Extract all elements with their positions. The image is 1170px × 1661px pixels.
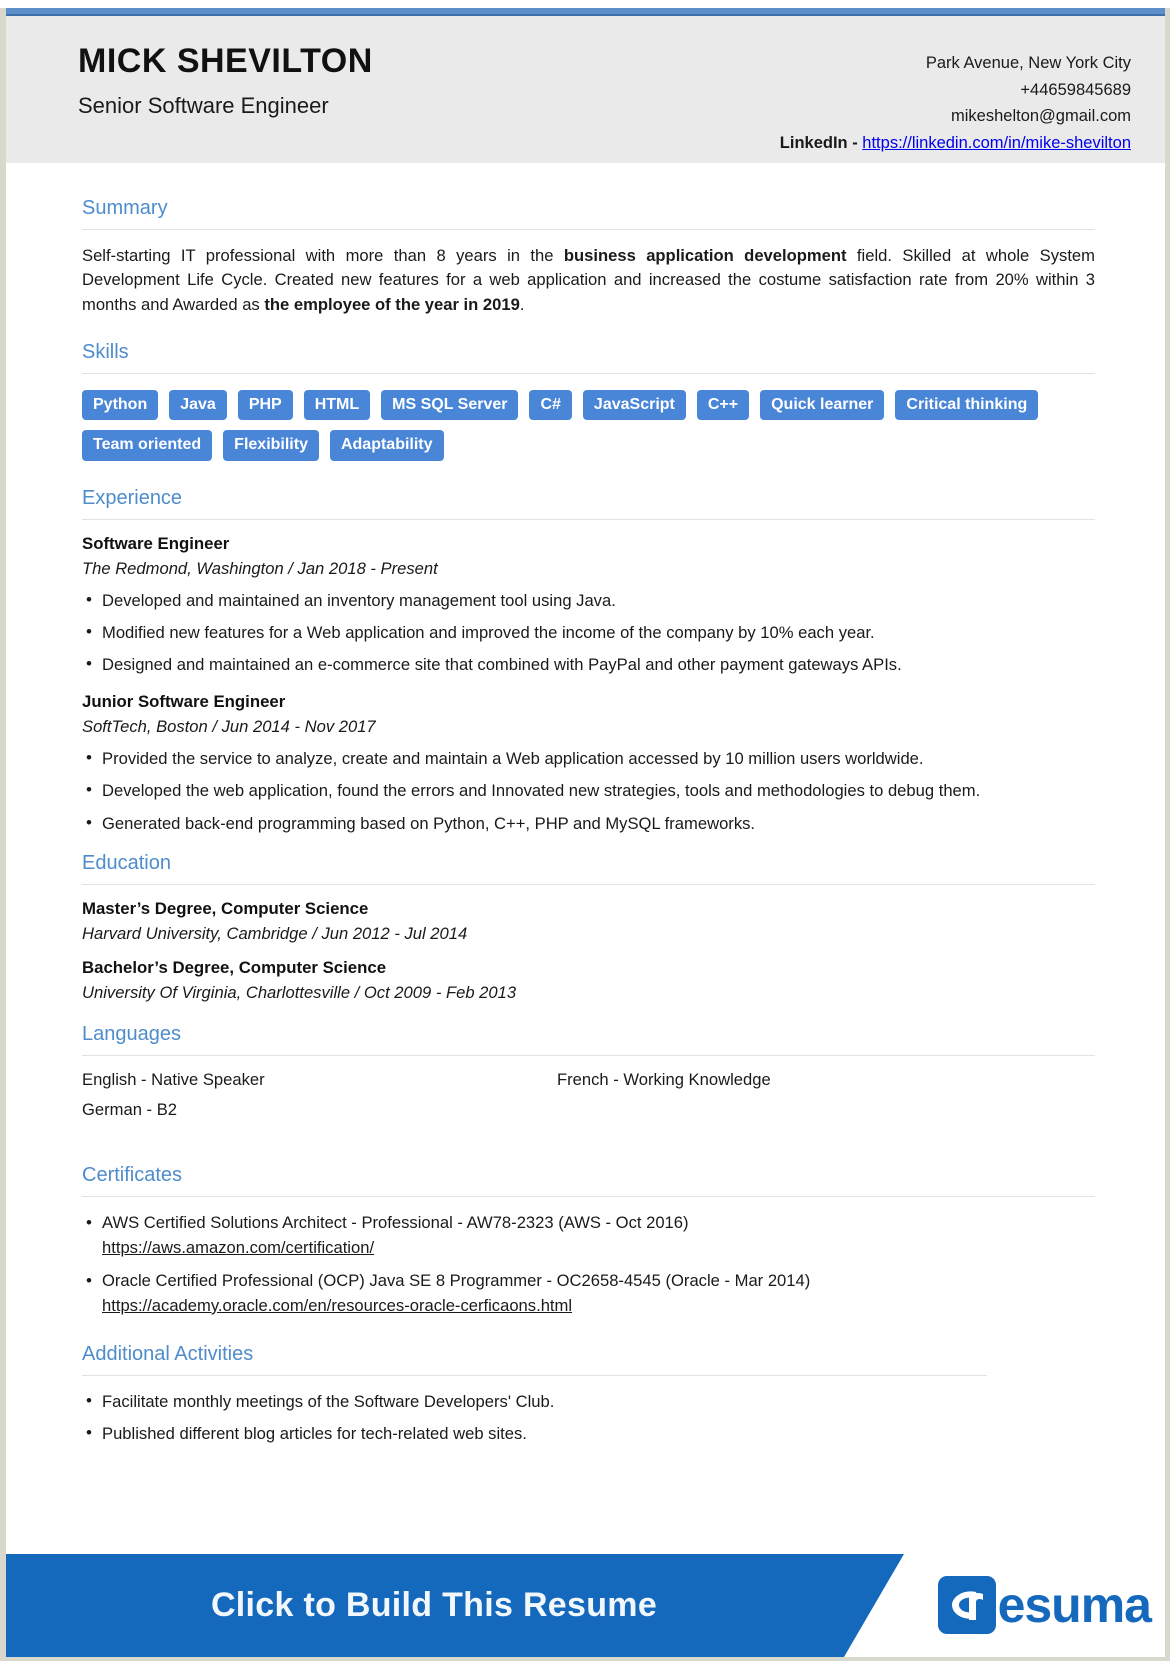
divider [82,884,1095,886]
skill-tag[interactable]: C++ [696,390,750,421]
skill-tag[interactable]: PHP [237,390,293,421]
skill-tag[interactable]: Python [82,390,159,421]
bullet-item: Designed and maintained an e-commerce si… [82,652,1095,677]
bullet-item: Provided the service to analyze, create … [82,746,1095,771]
skill-tag[interactable]: Critical thinking [895,390,1039,421]
entry-title: Software Engineer [82,533,230,553]
section-skills: Skills Python Java PHP HTML MS SQL Server C# J… [82,341,1095,461]
entry-subtitle: SoftTech, Boston / Jun 2014 - Nov 2017 [82,716,376,736]
candidate-name: MICK SHEVILTON [78,42,373,80]
entry-bullets: Developed and maintained an inventory ma… [82,588,1095,678]
section-heading-summary: Summary [82,197,168,219]
skill-tag[interactable]: HTML [303,390,371,421]
section-heading-languages: Languages [82,1023,181,1046]
certificate-link[interactable]: https://academy.oracle.com/en/resources-… [102,1294,1095,1319]
top-accent-bar [6,8,1165,16]
entry-subtitle: University Of Virginia, Charlottesville … [82,983,517,1003]
activity-item: Facilitate monthly meetings of the Softw… [82,1389,1095,1414]
resume-entry: Bachelor’s Degree, Computer Science Unive… [82,958,1095,1003]
skills-tag-list: Python Java PHP HTML MS SQL Server C# JavaScri… [82,388,1095,461]
section-heading-certificates: Certificates [82,1164,183,1187]
entry-title: Bachelor’s Degree, Computer Science [82,958,387,978]
section-heading-education: Education [82,852,171,875]
skill-tag[interactable]: JavaScript [582,390,686,421]
bullet-item: Generated back-end programming based on … [82,811,1095,836]
skill-tag[interactable]: C# [529,390,572,421]
summary-bold-2: the employee of the year in 2019 [264,294,520,314]
bullet-item: Modified new features for a Web applicat… [82,620,1095,645]
language-item: German - B2 [82,1100,177,1120]
summary-bold-1: business application development [563,246,847,265]
section-summary: Summary Self-starting IT professional wi… [82,197,1095,317]
build-resume-label: Click to Build This Resume [210,1586,658,1624]
divider [82,229,1095,230]
skill-tag[interactable]: MS SQL Server [381,390,519,421]
entry-title: Junior Software Engineer [82,691,286,711]
cresuma-logo: esuma [937,1576,1152,1634]
divider [82,1374,987,1376]
summary-part-1: Self-starting IT professional with more … [82,246,564,265]
certificate-item: AWS Certified Solutions Architect - Prof… [82,1210,1095,1261]
resume-entry: Master’s Degree, Computer Science Harvard… [82,899,1095,944]
bullet-item: Developed and maintained an inventory ma… [82,588,1095,613]
contact-linkedin: LinkedIn - https://linkedin.com/in/mike-… [780,130,1131,157]
divider [82,1196,1095,1198]
linkedin-link[interactable]: https://linkedin.com/in/mike-shevilton [862,134,1131,152]
skill-tag[interactable]: Adaptability [329,430,444,461]
divider [82,1055,1095,1057]
header-identity: MICK SHEVILTON Senior Software Engineer [78,34,373,119]
cresuma-wordmark: esuma [997,1577,1152,1633]
section-additional-activities: Additional Activities Facilitate monthly… [82,1343,1095,1447]
certificate-title: AWS Certified Solutions Architect - Prof… [102,1213,689,1233]
bullet-item: Developed the web application, found the… [82,778,1095,803]
language-item: French - Working Knowledge [557,1070,771,1090]
resume-entry: Junior Software Engineer SoftTech, Boston… [82,692,1095,836]
section-heading-skills: Skills [82,341,129,364]
contact-phone: +44659845689 [1020,80,1131,99]
section-languages: Languages English - Native Speaker French… [82,1023,1095,1150]
entry-title: Master’s Degree, Computer Science [82,899,369,919]
contact-email: mikeshelton@gmail.com [951,107,1131,126]
section-experience: Experience Software Engineer The Redmond,… [82,487,1095,836]
build-resume-button[interactable]: Click to Build This Resume [6,1554,904,1657]
certificate-list: AWS Certified Solutions Architect - Prof… [82,1210,1095,1319]
certificate-link[interactable]: https://aws.amazon.com/certification/ [102,1236,1095,1261]
resume-page: MICK SHEVILTON Senior Software Engineer … [0,8,1170,1661]
skill-tag[interactable]: Quick learner [760,390,885,421]
divider [82,518,1095,520]
cresuma-monogram-icon [937,1576,996,1634]
contact-details: Park Avenue, New York City +44659845689 … [780,34,1131,157]
resume-body: Summary Self-starting IT professional wi… [6,163,1165,1446]
language-item: English - Native Speaker [82,1070,265,1090]
certificate-title: Oracle Certified Professional (OCP) Java… [102,1270,811,1290]
certificate-item: Oracle Certified Professional (OCP) Java… [82,1268,1095,1319]
skill-tag[interactable]: Flexibility [223,430,319,461]
entry-subtitle: The Redmond, Washington / Jan 2018 - Pre… [82,558,438,578]
languages-grid: English - Native Speaker French - Working… [82,1070,1095,1120]
entry-bullets: Provided the service to analyze, create … [82,746,1095,836]
entry-subtitle: Harvard University, Cambridge / Jun 2012… [82,924,468,944]
candidate-job-title: Senior Software Engineer [78,93,329,119]
experience-entries: Software Engineer The Redmond, Washington… [82,534,1095,836]
section-education: Education Master’s Degree, Computer Scie… [82,852,1095,1003]
activities-list: Facilitate monthly meetings of the Softw… [82,1389,1095,1447]
section-certificates: Certificates AWS Certified Solutions Arc… [82,1164,1095,1319]
resume-entry: Software Engineer The Redmond, Washington… [82,534,1095,678]
activity-item: Published different blog articles for te… [82,1421,1095,1446]
summary-text: Self-starting IT professional with more … [82,244,1095,317]
skill-tag[interactable]: Team oriented [82,430,213,461]
education-entries: Master’s Degree, Computer Science Harvard… [82,899,1095,1003]
footer-cta-bar: Click to Build This Resume esuma [6,1554,1165,1657]
section-heading-additional-activities: Additional Activities [82,1342,254,1365]
resume-header: MICK SHEVILTON Senior Software Engineer … [6,8,1165,163]
divider [82,373,1095,375]
summary-part-3: . [519,294,525,314]
contact-address: Park Avenue, New York City [925,54,1131,72]
linkedin-label: LinkedIn - [779,134,863,153]
section-heading-experience: Experience [82,486,183,509]
skill-tag[interactable]: Java [169,390,227,421]
